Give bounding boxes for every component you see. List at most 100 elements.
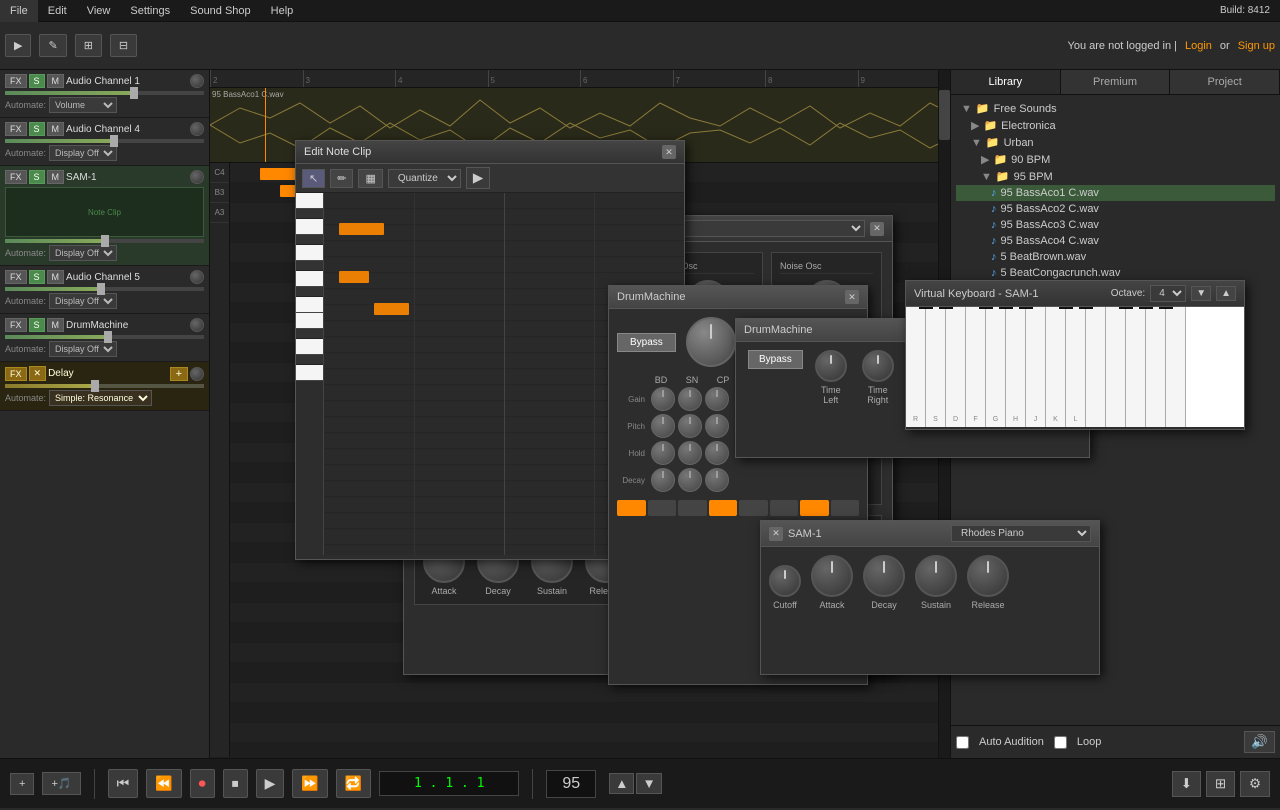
delay-fx-btn[interactable]: FX	[5, 367, 27, 381]
pk-gs4[interactable]	[296, 261, 323, 271]
black-key-gs2[interactable]	[1139, 307, 1153, 309]
menu-soundshop[interactable]: Sound Shop	[180, 0, 261, 22]
key-c[interactable]: R	[906, 307, 926, 427]
tab-premium[interactable]: Premium	[1061, 70, 1171, 94]
tree-90bpm[interactable]: ▶ 📁 90 BPM	[956, 151, 1275, 168]
drum-m-btn[interactable]: M	[47, 318, 65, 332]
menu-settings[interactable]: Settings	[120, 0, 180, 22]
dm-pad-7[interactable]	[800, 500, 829, 516]
ch5-m-btn[interactable]: M	[47, 270, 65, 284]
menu-help[interactable]: Help	[261, 0, 304, 22]
pk-c5[interactable]	[296, 193, 323, 209]
vkeyboard-titlebar[interactable]: Virtual Keyboard - SAM-1 Octave: 4 3 5 ▼…	[906, 281, 1244, 307]
signup-link[interactable]: Sign up	[1238, 40, 1275, 52]
delay-pan-knob[interactable]	[190, 367, 204, 381]
tree-bassaco1[interactable]: ♪ 95 BassAco1 C.wav	[956, 185, 1275, 201]
sam1-preset-select[interactable]: Rhodes Piano	[951, 525, 1091, 542]
dm-pad-3[interactable]	[678, 500, 707, 516]
key-a[interactable]: H	[1006, 307, 1026, 427]
key-g[interactable]: G	[986, 307, 1006, 427]
key-f[interactable]: F	[966, 307, 986, 427]
black-key-gs[interactable]	[999, 307, 1013, 309]
ch1-automate-select[interactable]: Volume Display Off	[49, 97, 117, 113]
pk-as4[interactable]	[296, 235, 323, 245]
vkeyboard-octave-select[interactable]: 4 3 5	[1150, 285, 1186, 302]
black-key-ds[interactable]	[939, 307, 953, 309]
drum-machine-close[interactable]: ✕	[845, 290, 859, 304]
pk-a4w[interactable]	[296, 245, 323, 261]
black-key-as2[interactable]	[1159, 307, 1173, 309]
sam1-release-knob[interactable]	[967, 555, 1009, 597]
dm-pad-8[interactable]	[831, 500, 860, 516]
black-key-ds2[interactable]	[1079, 307, 1093, 309]
dm-pad-4[interactable]	[709, 500, 738, 516]
drum-pan-knob[interactable]	[190, 318, 204, 332]
play-clip-btn[interactable]: ▶	[466, 167, 490, 189]
sam1-close[interactable]: ✕	[769, 527, 783, 541]
key-b[interactable]: J	[1026, 307, 1046, 427]
dm-bd-gain-knob[interactable]	[651, 387, 675, 411]
tool-split[interactable]: ⊞	[75, 34, 102, 57]
key-c2[interactable]: K	[1046, 307, 1066, 427]
speaker-btn[interactable]: 🔊	[1244, 731, 1275, 753]
tab-library[interactable]: Library	[951, 70, 1061, 94]
loop-btn[interactable]: 🔁	[336, 769, 371, 798]
ch4-s-btn[interactable]: S	[29, 122, 45, 136]
stop-btn[interactable]: ⏹	[223, 769, 248, 798]
edit-note-clip-close[interactable]: ✕	[662, 145, 676, 159]
tree-95bpm[interactable]: ▼ 📁 95 BPM	[956, 168, 1275, 185]
tree-bassaco2[interactable]: ♪ 95 BassAco2 C.wav	[956, 201, 1275, 217]
simple-synth-preset-select[interactable]	[665, 220, 865, 237]
drum-machine-titlebar[interactable]: DrumMachine ✕	[609, 286, 867, 309]
menu-file[interactable]: File	[0, 0, 38, 22]
drum-s-btn[interactable]: S	[29, 318, 45, 332]
dm-bd-decay-knob[interactable]	[651, 468, 675, 492]
dm-sn-hold-knob[interactable]	[678, 441, 702, 465]
settings-btn[interactable]: ⚙	[1240, 771, 1270, 797]
bpm-display[interactable]: 95	[546, 770, 596, 798]
ch4-fx-btn[interactable]: FX	[5, 122, 27, 136]
dm-pad-6[interactable]	[770, 500, 799, 516]
drum-automate-select[interactable]: Display Off Volume	[49, 341, 117, 357]
pk-b4w[interactable]	[296, 219, 323, 235]
download-btn[interactable]: ⬇	[1172, 771, 1201, 797]
pk-g4w[interactable]	[296, 271, 323, 287]
bpm-down-btn[interactable]: ▼	[636, 773, 661, 794]
roll-note-1[interactable]	[339, 223, 384, 235]
tree-urban[interactable]: ▼ 📁 Urban	[956, 134, 1275, 151]
pk-b4[interactable]	[296, 209, 323, 219]
sam1-s-btn[interactable]: S	[29, 170, 45, 184]
ch1-s-btn[interactable]: S	[29, 74, 45, 88]
sam1-volume-slider[interactable]	[5, 239, 204, 243]
sam1-fx-btn[interactable]: FX	[5, 170, 27, 184]
quantize-select[interactable]: Quantize 1/4 1/8 1/16	[388, 169, 461, 188]
tool-select[interactable]: ▶	[5, 34, 31, 57]
reverb-timeright-knob[interactable]	[862, 350, 894, 382]
vkeyboard-up-btn[interactable]: ▲	[1216, 286, 1236, 301]
delay-x-btn[interactable]: ✕	[29, 366, 47, 381]
drum-fx-btn[interactable]: FX	[5, 318, 27, 332]
tree-beatconga[interactable]: ♪ 5 BeatCongacrunch.wav	[956, 265, 1275, 281]
tree-bassaco4[interactable]: ♪ 95 BassAco4 C.wav	[956, 233, 1275, 249]
dm-pad-5[interactable]	[739, 500, 768, 516]
dm-pad-1[interactable]	[617, 500, 646, 516]
sam1-m-btn[interactable]: M	[47, 170, 65, 184]
vkeyboard-down-btn[interactable]: ▼	[1191, 286, 1211, 301]
tree-beatbrown[interactable]: ♪ 5 BeatBrown.wav	[956, 249, 1275, 265]
add-clip-btn[interactable]: +🎵	[42, 772, 80, 795]
sam1-automate-select[interactable]: Display Off Volume	[49, 245, 117, 261]
tab-project[interactable]: Project	[1170, 70, 1280, 94]
roll-note-2[interactable]	[339, 271, 369, 283]
key-d[interactable]: S	[926, 307, 946, 427]
ch4-pan-knob[interactable]	[190, 122, 204, 136]
sam1-attack-knob[interactable]	[811, 555, 853, 597]
pk-ds4[interactable]	[296, 329, 323, 339]
record-btn[interactable]: ⏺	[190, 769, 215, 798]
delay-add-btn[interactable]: +	[170, 367, 188, 381]
tree-free-sounds[interactable]: ▼ 📁 Free Sounds	[956, 100, 1275, 117]
ch4-m-btn[interactable]: M	[47, 122, 65, 136]
sam1-cutoff-knob[interactable]	[769, 565, 801, 597]
key-g2[interactable]	[1126, 307, 1146, 427]
rewind-btn[interactable]: ⏮	[108, 769, 139, 798]
tool-bar-btn[interactable]: ▦	[358, 169, 382, 188]
